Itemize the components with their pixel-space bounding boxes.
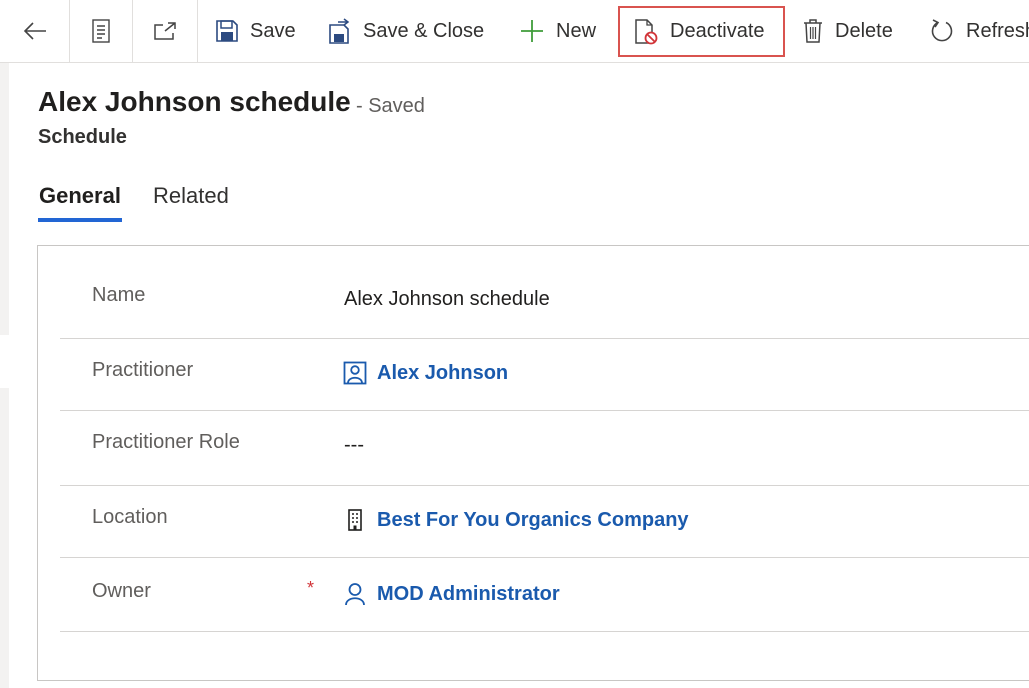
location-value[interactable]: Best For You Organics Company <box>377 509 689 532</box>
pop-out-icon <box>154 22 176 40</box>
tab-related[interactable]: Related <box>153 183 229 209</box>
row-divider <box>60 485 1029 486</box>
owner-value[interactable]: MOD Administrator <box>377 583 560 606</box>
open-new-window-button[interactable] <box>133 0 197 62</box>
row-divider <box>60 631 1029 632</box>
refresh-label: Refresh <box>966 19 1029 42</box>
row-divider <box>60 410 1029 411</box>
required-indicator: * <box>307 578 315 598</box>
back-button[interactable] <box>0 0 70 62</box>
new-label: New <box>556 19 597 42</box>
deactivate-button[interactable]: Deactivate <box>618 6 785 57</box>
form-view-button[interactable] <box>70 0 132 62</box>
command-bar: Save Save & Close New Deactivate Delete <box>0 0 1029 63</box>
practitioner-role-field[interactable]: --- <box>344 434 364 457</box>
entity-name: Schedule <box>38 126 127 148</box>
building-icon <box>348 509 362 531</box>
owner-label: Owner <box>92 580 151 602</box>
refresh-button[interactable]: Refresh <box>930 9 1029 53</box>
save-close-button[interactable]: Save & Close <box>329 9 484 53</box>
record-title: Alex Johnson schedule <box>38 86 351 117</box>
contact-card-icon <box>343 361 367 385</box>
form-icon <box>92 19 110 43</box>
save-status: - Saved <box>356 95 425 117</box>
delete-button[interactable]: Delete <box>803 9 893 53</box>
practitioner-lookup[interactable]: Alex Johnson <box>343 361 508 385</box>
plus-icon <box>521 20 543 42</box>
delete-label: Delete <box>835 19 893 42</box>
active-tab-indicator <box>38 218 122 222</box>
row-divider <box>60 338 1029 339</box>
practitioner-label: Practitioner <box>92 359 194 381</box>
user-icon <box>345 583 365 606</box>
trash-icon <box>804 19 822 43</box>
left-gutter <box>0 63 9 335</box>
name-label: Name <box>92 284 146 306</box>
row-divider <box>60 557 1029 558</box>
new-button[interactable]: New <box>520 9 596 53</box>
tab-general[interactable]: General <box>39 183 121 209</box>
practitioner-role-label: Practitioner Role <box>92 431 240 453</box>
refresh-icon <box>931 19 953 42</box>
name-field[interactable]: Alex Johnson schedule <box>344 288 550 311</box>
save-close-label: Save & Close <box>363 19 485 42</box>
save-close-icon <box>329 18 350 44</box>
left-gutter-lower <box>0 388 9 688</box>
back-arrow-icon <box>23 22 46 40</box>
deactivate-label: Deactivate <box>670 20 765 42</box>
save-icon <box>216 20 238 42</box>
deactivate-icon <box>635 18 658 44</box>
owner-lookup[interactable]: MOD Administrator <box>343 582 560 606</box>
location-label: Location <box>92 506 168 528</box>
save-label: Save <box>250 19 296 42</box>
practitioner-value[interactable]: Alex Johnson <box>377 362 508 385</box>
save-button[interactable]: Save <box>216 9 296 53</box>
location-lookup[interactable]: Best For You Organics Company <box>343 508 689 532</box>
